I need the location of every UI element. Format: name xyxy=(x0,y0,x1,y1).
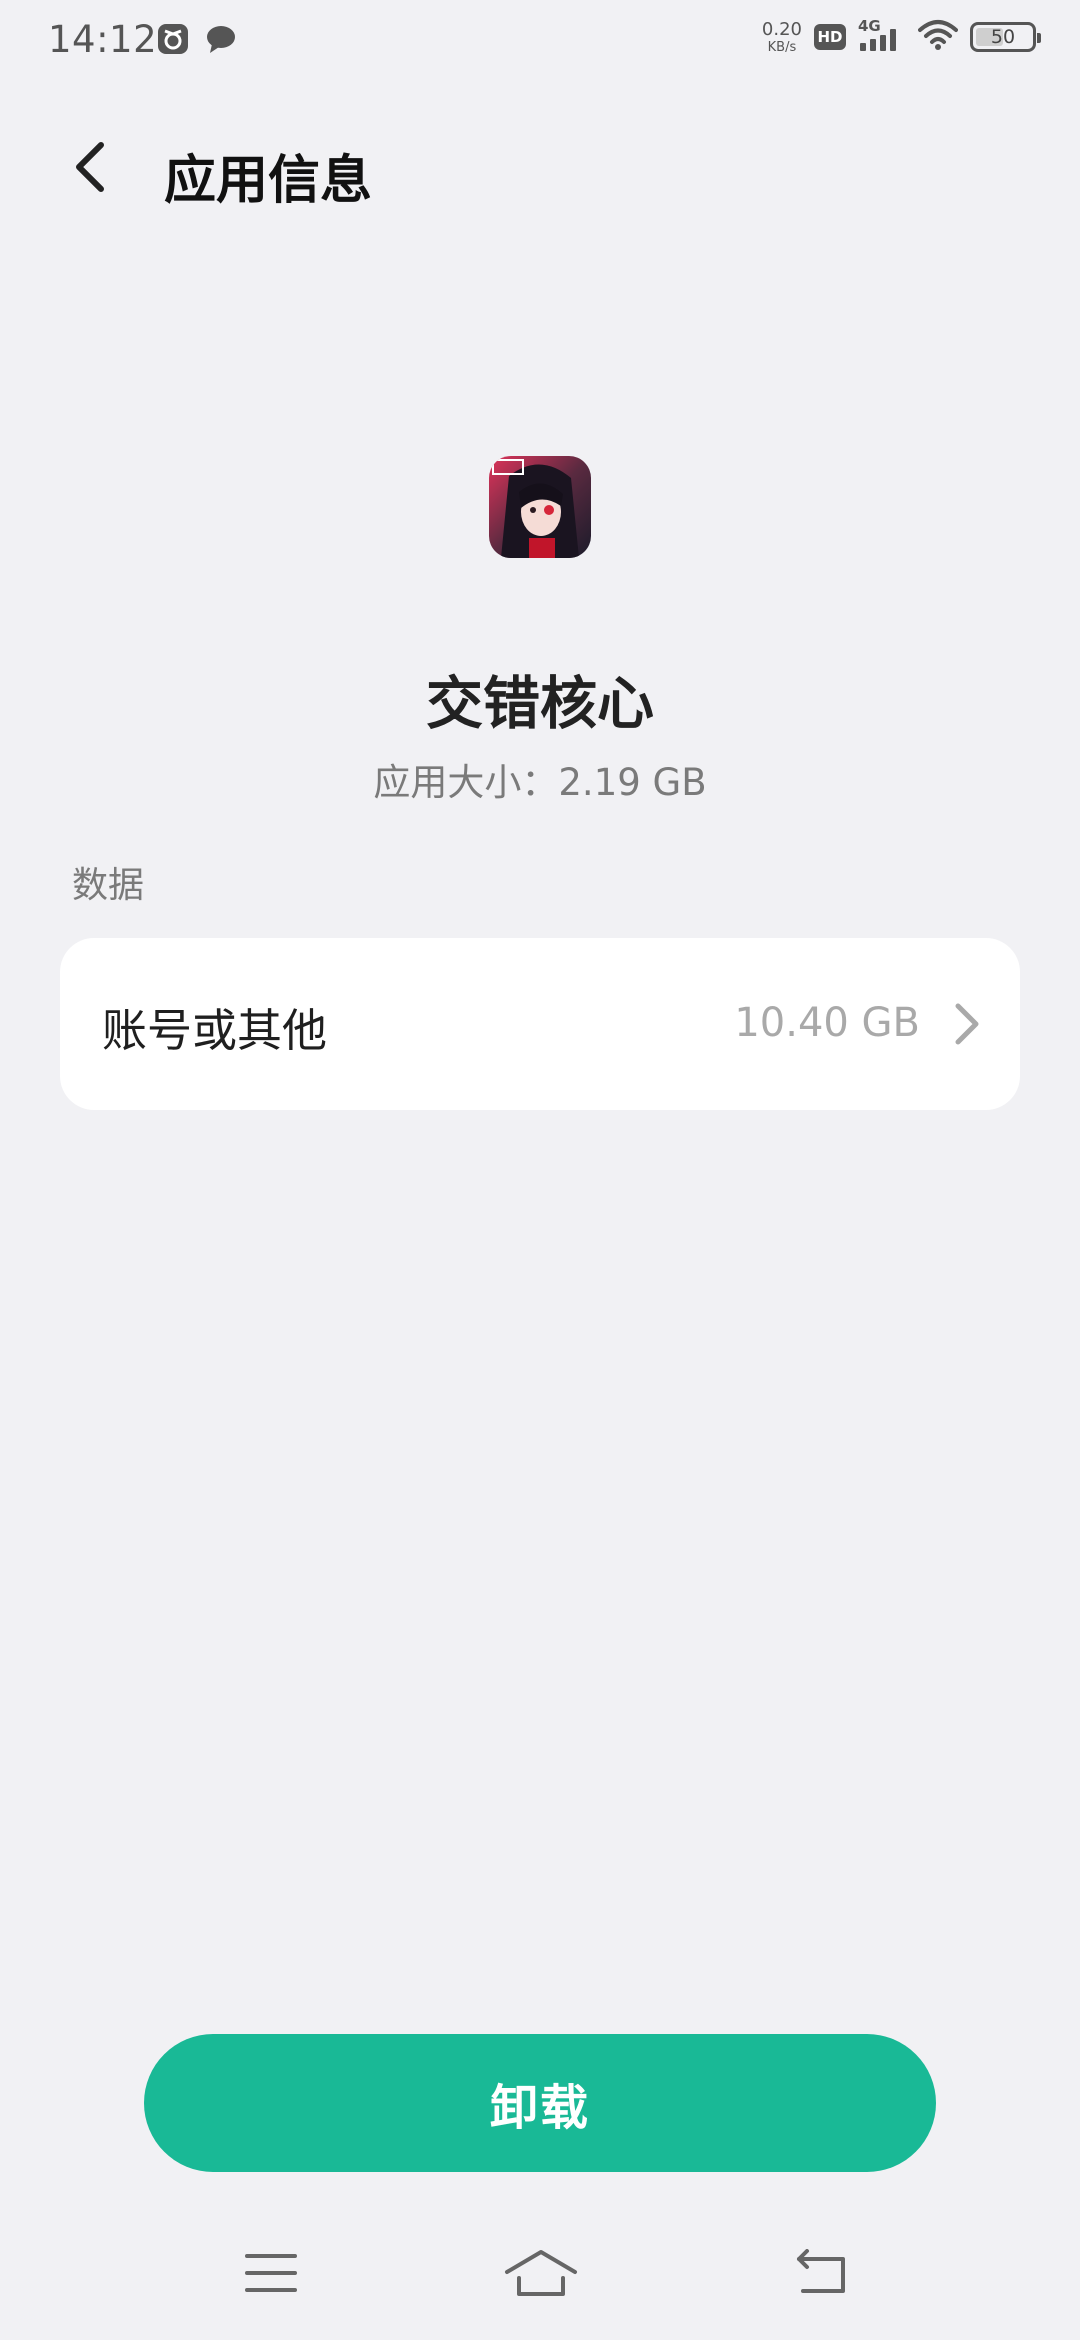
network-speed-unit: KB/s xyxy=(767,39,797,55)
uninstall-button[interactable]: 卸载 xyxy=(144,2034,936,2172)
status-system-icons: 0.20 KB/s HD 4G 50 xyxy=(761,17,1041,56)
navigation-bar xyxy=(0,2230,1080,2320)
app-name: 交错核心 xyxy=(426,671,654,737)
page-title: 应用信息 xyxy=(164,151,373,211)
account-data-label: 账号或其他 xyxy=(102,1004,328,1057)
home-icon xyxy=(503,2248,579,2302)
status-bar: 14:12 0.20 KB/s HD 4G 50 xyxy=(0,0,1080,84)
battery-icon: 50 xyxy=(970,22,1041,52)
network-speed: 0.20 KB/s xyxy=(761,18,802,55)
hd-badge: HD xyxy=(814,24,846,50)
account-data-row[interactable]: 账号或其他 10.40 GB xyxy=(60,938,1020,1110)
game-center-icon xyxy=(156,22,190,60)
network-speed-value: 0.20 xyxy=(761,18,802,40)
app-icon xyxy=(489,456,591,558)
battery-level: 50 xyxy=(990,26,1016,48)
status-time: 14:12 xyxy=(48,18,158,61)
status-notification-icons xyxy=(156,22,238,60)
menu-icon xyxy=(243,2250,299,2300)
back-button[interactable] xyxy=(56,134,126,204)
app-header: 应用信息 xyxy=(0,120,1080,220)
app-size: 应用大小：2.19 GB xyxy=(373,761,707,804)
chevron-right-icon xyxy=(946,1000,986,1048)
recent-apps-button[interactable] xyxy=(216,2230,326,2320)
chevron-left-icon xyxy=(71,141,111,197)
wifi-icon xyxy=(918,18,958,56)
back-icon xyxy=(793,2249,853,2301)
back-nav-button[interactable] xyxy=(768,2230,878,2320)
home-button[interactable] xyxy=(486,2230,596,2320)
message-bubble-icon xyxy=(204,22,238,60)
cellular-signal-icon: 4G xyxy=(858,17,906,55)
account-data-size: 10.40 GB xyxy=(734,1000,920,1046)
section-label-data: 数据 xyxy=(72,865,145,906)
